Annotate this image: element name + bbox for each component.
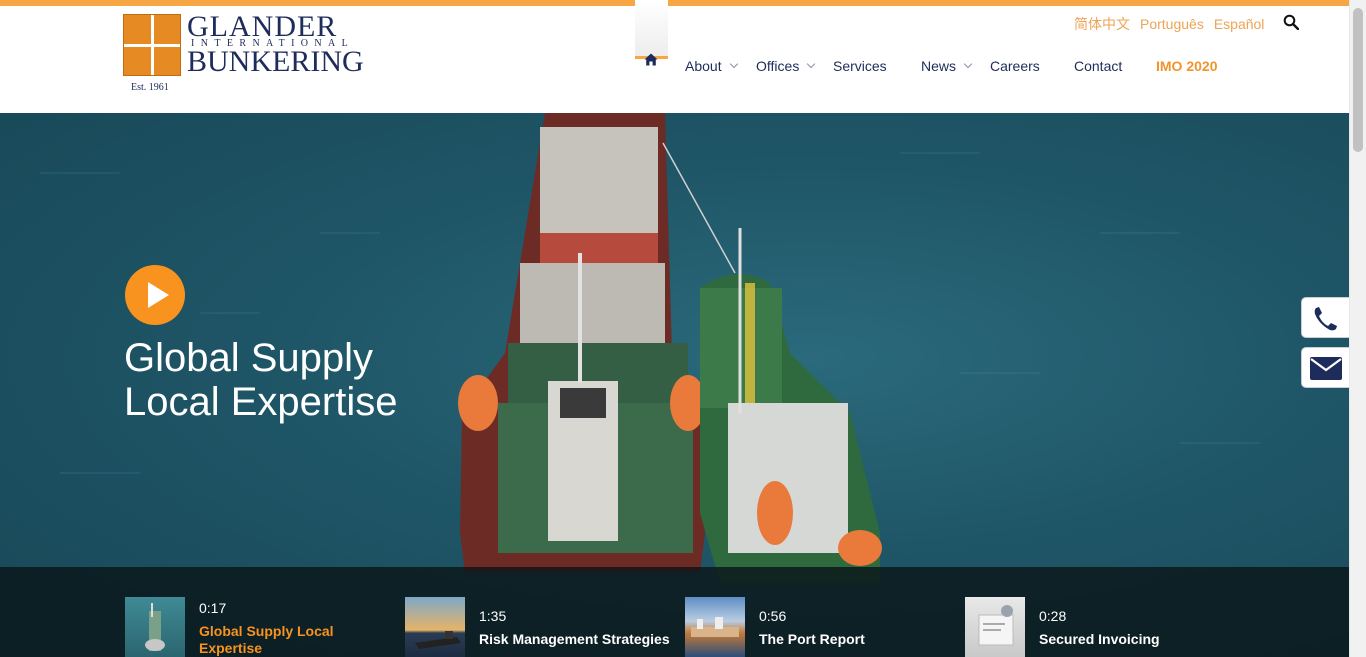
logo-mark [123, 14, 181, 76]
video-duration: 0:17 [199, 600, 227, 616]
video-thumbnail [965, 597, 1025, 657]
video-card-port-report[interactable]: 0:56 The Port Report [685, 597, 945, 657]
video-card-risk-management[interactable]: 1:35 Risk Management Strategies [405, 597, 670, 657]
video-thumbnail [125, 597, 185, 657]
video-title: Risk Management Strategies [479, 631, 670, 647]
hero-title-line1: Global Supply [124, 336, 374, 380]
chevron-down-icon [729, 59, 738, 69]
lang-link-spanish[interactable]: Español [1214, 16, 1265, 32]
nav-item-contact[interactable]: Contact [1074, 58, 1122, 74]
video-duration: 1:35 [479, 608, 507, 624]
video-card-global-supply[interactable]: 0:17 Global Supply Local Expertise [125, 597, 385, 657]
hero-title: Global Supply Local Expertise [124, 336, 397, 424]
video-thumbnail [405, 597, 465, 657]
video-title: The Port Report [759, 631, 865, 647]
nav-item-offices[interactable]: Offices [756, 58, 816, 74]
video-duration: 0:56 [759, 608, 787, 624]
hero-title-line2: Local Expertise [124, 380, 398, 424]
nav-item-imo-2020[interactable]: IMO 2020 [1156, 58, 1217, 74]
chevron-down-icon [963, 59, 973, 69]
lang-link-portuguese[interactable]: Português [1140, 16, 1204, 32]
search-icon[interactable] [1283, 14, 1299, 30]
phone-icon [1314, 307, 1337, 331]
logo-established: Est. 1961 [131, 82, 169, 93]
nav-item-careers[interactable]: Careers [990, 58, 1040, 74]
logo-name-line3: BUNKERING [187, 45, 364, 78]
nav-item-services[interactable]: Services [833, 58, 887, 74]
nav-home-tab[interactable] [635, 0, 668, 59]
page-scrollbar[interactable] [1349, 0, 1366, 657]
scrollbar-thumb[interactable] [1353, 8, 1363, 152]
video-thumbnail [685, 597, 745, 657]
video-title: Global Supply Local Expertise [199, 623, 334, 656]
nav-item-news[interactable]: News [921, 58, 973, 74]
video-title: Secured Invoicing [1039, 631, 1160, 647]
home-icon[interactable] [644, 53, 658, 66]
site-logo[interactable]: GLANDER INTERNATIONAL BUNKERING Est. 196… [121, 12, 364, 96]
play-icon[interactable] [125, 265, 185, 325]
language-switcher: 简体中文 Português Español [1074, 14, 1274, 32]
envelope-icon [1310, 357, 1342, 380]
lang-link-chinese[interactable]: 简体中文 [1074, 16, 1130, 32]
email-button[interactable] [1301, 347, 1349, 388]
nav-item-about[interactable]: About [685, 58, 738, 74]
chevron-down-icon [807, 59, 816, 69]
phone-button[interactable] [1301, 297, 1349, 338]
video-card-secured-invoicing[interactable]: 0:28 Secured Invoicing [965, 597, 1225, 657]
video-duration: 0:28 [1039, 608, 1067, 624]
